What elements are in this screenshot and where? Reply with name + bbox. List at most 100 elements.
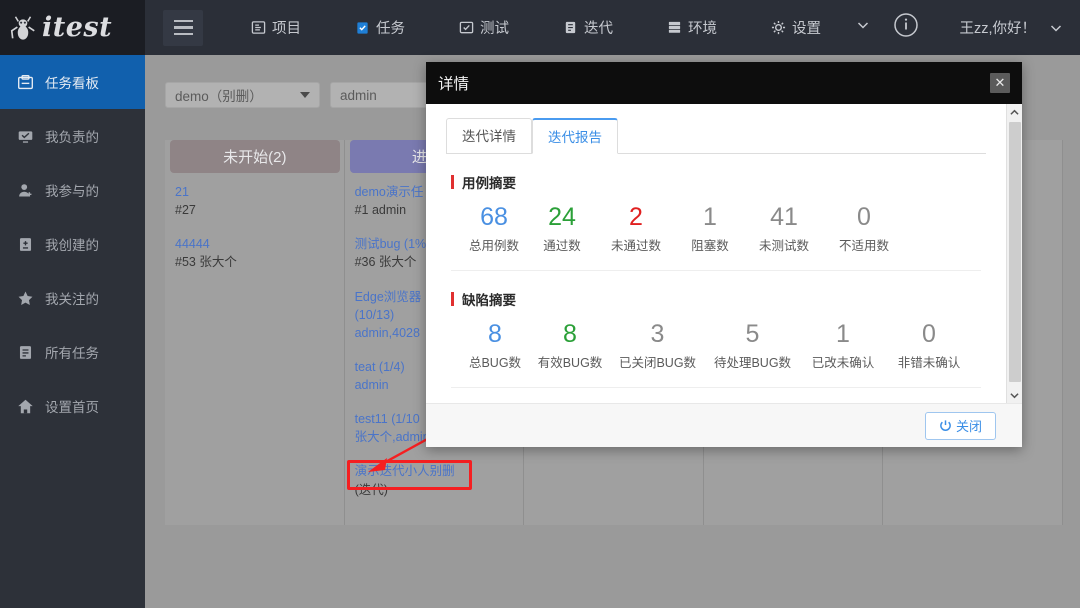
stat-value: 1 [800, 319, 886, 349]
section-label: 缺陷摘要 [462, 289, 516, 309]
sidebar-item-label: 设置首页 [45, 396, 99, 416]
defect-summary-stats: 8 总BUG数 8 有效BUG数 3 已关闭BUG数 5 待处理BUG数 [446, 319, 986, 371]
power-icon [939, 419, 952, 432]
app-window: itest 任务看板 我负责的 我参与的 [0, 0, 1080, 608]
section-accent-bar [451, 175, 454, 189]
modal-tabs: 迭代详情 迭代报告 [446, 118, 986, 154]
card-meta: (迭代) [355, 481, 515, 499]
brand-name: itest [42, 12, 112, 43]
case-summary-stats: 68 总用例数 24 通过数 2 未通过数 1 阻塞数 [446, 202, 986, 254]
stat-label: 非错未确认 [886, 352, 972, 371]
gear-icon [771, 20, 786, 35]
stat-failed: 2 未通过数 [596, 202, 676, 254]
section-label: 用例摘要 [462, 172, 516, 192]
stat-value: 5 [705, 319, 800, 349]
sidebar-item-label: 我创建的 [45, 234, 99, 254]
nav-item-project[interactable]: 项目 [245, 17, 307, 38]
card-title: 演示迭代小人别删 [355, 462, 515, 480]
stat-total-bugs: 8 总BUG数 [460, 319, 530, 371]
section-title-case-summary: 用例摘要 [451, 172, 986, 192]
stat-label: 不适用数 [824, 235, 904, 254]
close-button[interactable]: 关闭 [925, 412, 996, 440]
stat-label: 未通过数 [596, 235, 676, 254]
nav-item-label: 项目 [272, 17, 301, 38]
nav-item-test[interactable]: 测试 [453, 17, 515, 38]
card-title: 44444 [175, 235, 335, 253]
sidebar-item-my-responsible[interactable]: 我负责的 [0, 109, 145, 163]
nav-item-task[interactable]: 任务 [349, 17, 411, 38]
sidebar-item-my-watching[interactable]: 我关注的 [0, 271, 145, 325]
user-add-icon [17, 182, 34, 199]
task-icon [355, 20, 370, 35]
tab-iteration-detail[interactable]: 迭代详情 [446, 118, 532, 154]
stat-blocked: 1 阻塞数 [676, 202, 744, 254]
test-icon [459, 20, 474, 35]
stat-value: 24 [528, 202, 596, 232]
modal-footer: 关闭 [426, 403, 1022, 447]
monitor-check-icon [17, 128, 34, 145]
nav-item-environment[interactable]: 环境 [661, 17, 723, 38]
sidebar-item-all-tasks[interactable]: 所有任务 [0, 325, 145, 379]
stat-label: 阻塞数 [676, 235, 744, 254]
stat-label: 已关闭BUG数 [610, 352, 705, 371]
section-divider [451, 387, 981, 388]
modal-header: 详情 ✕ [426, 62, 1022, 104]
card-title: 21 [175, 183, 335, 201]
stat-label: 有效BUG数 [530, 352, 610, 371]
tab-iteration-report[interactable]: 迭代报告 [532, 118, 618, 154]
project-select[interactable]: demo（别删） [165, 82, 320, 108]
kanban-column-title: 未开始(2) [223, 146, 286, 167]
home-icon [17, 398, 34, 415]
stat-label: 总用例数 [460, 235, 528, 254]
chevron-up-icon[interactable] [1007, 104, 1022, 120]
stat-value: 0 [824, 202, 904, 232]
bug-icon [8, 13, 38, 43]
stat-value: 0 [886, 319, 972, 349]
brand-logo[interactable]: itest [0, 0, 145, 55]
nav-item-settings[interactable]: 设置 [765, 17, 827, 38]
info-circle-icon[interactable] [893, 12, 919, 43]
sidebar: itest 任务看板 我负责的 我参与的 [0, 0, 145, 608]
sidebar-item-label: 所有任务 [45, 342, 99, 362]
nav-item-label: 设置 [792, 17, 821, 38]
close-button-label: 关闭 [956, 416, 982, 435]
kanban-column-header[interactable]: 未开始(2) [170, 140, 340, 173]
tab-label: 迭代详情 [462, 129, 516, 144]
nav-item-label: 迭代 [584, 17, 613, 38]
stat-value: 68 [460, 202, 528, 232]
nav-menu: 项目 任务 测试 迭代 [245, 17, 827, 38]
iteration-icon [563, 20, 578, 35]
nav-more-chevron-down-icon[interactable] [855, 17, 871, 38]
kanban-column-not-started: 未开始(2) 21 #27 44444 #53 张大个 [165, 140, 345, 580]
stat-value: 3 [610, 319, 705, 349]
project-select-value: demo（别删） [175, 85, 263, 105]
board-filters: demo（别删） admin [165, 82, 460, 108]
sidebar-item-home-settings[interactable]: 设置首页 [0, 379, 145, 433]
nav-item-iteration[interactable]: 迭代 [557, 17, 619, 38]
modal-scrollbar[interactable] [1006, 104, 1022, 403]
chevron-down-icon [300, 92, 310, 98]
user-menu[interactable]: 王zz,你好！ [959, 17, 1064, 38]
stat-pending-bugs: 5 待处理BUG数 [705, 319, 800, 371]
modal-title: 详情 [438, 72, 469, 94]
tab-label: 迭代报告 [548, 130, 602, 145]
kanban-card[interactable]: 21 #27 [175, 183, 335, 219]
stat-total-cases: 68 总用例数 [460, 202, 528, 254]
close-icon[interactable]: ✕ [990, 73, 1010, 93]
section-divider [451, 270, 981, 271]
kanban-card[interactable]: 44444 #53 张大个 [175, 235, 335, 271]
scrollbar-thumb[interactable] [1009, 122, 1021, 382]
sidebar-item-task-board[interactable]: 任务看板 [0, 55, 145, 109]
environment-icon [667, 20, 682, 35]
stat-value: 8 [460, 319, 530, 349]
stat-notbug-unconfirmed: 0 非错未确认 [886, 319, 972, 371]
sidebar-item-label: 我负责的 [45, 126, 99, 146]
section-title-defect-summary: 缺陷摘要 [451, 289, 986, 309]
star-icon [17, 290, 34, 307]
doc-list-icon [17, 344, 34, 361]
kanban-card-highlighted[interactable]: 演示迭代小人别删 (迭代) [355, 462, 515, 498]
sidebar-item-my-participation[interactable]: 我参与的 [0, 163, 145, 217]
sidebar-item-my-created[interactable]: 我创建的 [0, 217, 145, 271]
chevron-down-icon[interactable] [1007, 387, 1022, 403]
hamburger-icon[interactable] [163, 10, 203, 46]
